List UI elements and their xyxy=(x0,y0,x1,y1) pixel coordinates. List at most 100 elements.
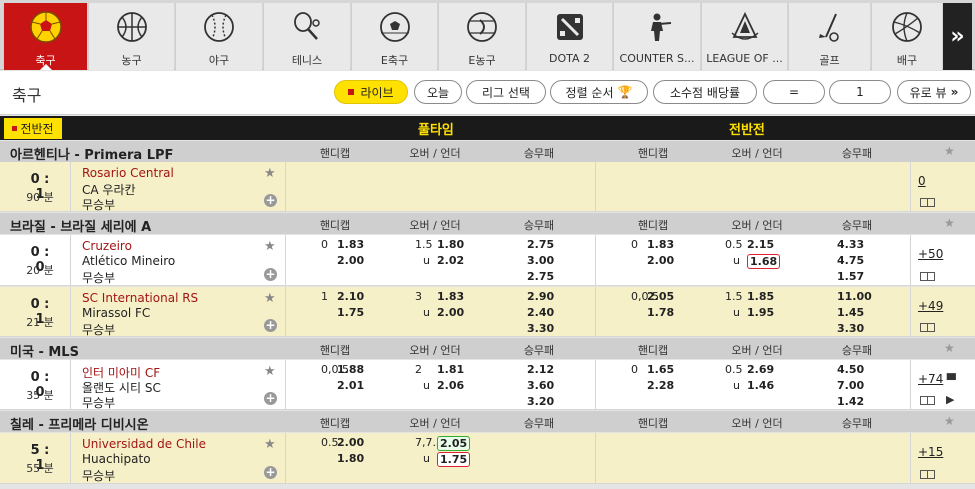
away-win-odds[interactable]: 1.57 xyxy=(837,270,864,283)
favorite-star-icon[interactable]: ★ xyxy=(264,291,276,306)
away-team[interactable]: Mirassol FC xyxy=(82,306,150,320)
away-win-odds[interactable]: 3.20 xyxy=(527,395,554,408)
tab-soccer[interactable]: 축구 xyxy=(3,3,87,70)
pitch-icon[interactable] xyxy=(920,470,935,479)
home-win-odds[interactable]: 4.50 xyxy=(837,363,864,376)
tab-volleyball[interactable]: 배구 xyxy=(871,3,942,70)
favorite-star-icon[interactable]: ★ xyxy=(264,166,276,181)
away-team[interactable]: Atlético Mineiro xyxy=(82,254,175,268)
tab-league-of-legends[interactable]: LEAGUE OF ... xyxy=(701,3,787,70)
tab-baseball[interactable]: 야구 xyxy=(175,3,262,70)
home-win-odds[interactable]: 2.90 xyxy=(527,290,554,303)
equals-selector[interactable]: = xyxy=(763,80,825,104)
handicap-away-odds[interactable]: 2.28 xyxy=(647,379,674,392)
add-bet-icon[interactable]: + xyxy=(264,392,277,405)
today-filter-button[interactable]: 오늘 xyxy=(414,80,462,104)
over-odds[interactable]: 1.85 xyxy=(747,290,774,303)
star-icon[interactable]: ★ xyxy=(944,144,955,158)
handicap-away-odds[interactable]: 2.01 xyxy=(337,379,364,392)
tab-tennis[interactable]: 테니스 xyxy=(263,3,350,70)
star-icon[interactable]: ★ xyxy=(944,216,955,230)
next-sports-button[interactable]: » xyxy=(943,3,972,70)
live-filter-button[interactable]: 라이브 xyxy=(334,80,408,104)
tab-esoccer[interactable]: E축구 xyxy=(351,3,437,70)
more-markets-link[interactable]: +74 xyxy=(918,372,943,386)
favorite-star-icon[interactable]: ★ xyxy=(264,239,276,254)
under-odds[interactable]: 1.68 xyxy=(747,254,781,269)
handicap-away-odds[interactable]: 1.75 xyxy=(337,306,364,319)
home-team[interactable]: Universidad de Chile xyxy=(82,437,206,451)
under-odds[interactable]: 1.95 xyxy=(747,306,774,319)
star-icon[interactable]: ★ xyxy=(944,414,955,428)
pitch-icon[interactable] xyxy=(920,323,935,332)
favorite-star-icon[interactable]: ★ xyxy=(264,364,276,379)
away-win-odds[interactable]: 1.42 xyxy=(837,395,864,408)
away-win-odds[interactable]: 3.30 xyxy=(527,322,554,335)
handicap-home-odds[interactable]: 1.88 xyxy=(337,363,364,376)
handicap-home-odds[interactable]: 1.83 xyxy=(337,238,364,251)
favorite-star-icon[interactable]: ★ xyxy=(264,437,276,452)
home-win-odds[interactable]: 2.75 xyxy=(527,238,554,251)
handicap-away-odds[interactable]: 2.00 xyxy=(647,254,674,267)
handicap-home-odds[interactable]: 1.83 xyxy=(647,238,674,251)
under-odds[interactable]: 2.06 xyxy=(437,379,464,392)
over-odds[interactable]: 1.81 xyxy=(437,363,464,376)
add-bet-icon[interactable]: + xyxy=(264,466,277,479)
video-icon[interactable]: ▶ xyxy=(946,393,954,406)
draw-odds[interactable]: 1.45 xyxy=(837,306,864,319)
over-odds[interactable]: 2.69 xyxy=(747,363,774,376)
tab-golf[interactable]: 골프 xyxy=(788,3,870,70)
home-team[interactable]: SC International RS xyxy=(82,291,198,305)
handicap-away-odds[interactable]: 1.78 xyxy=(647,306,674,319)
handicap-away-odds[interactable]: 1.80 xyxy=(337,452,364,465)
handicap-away-odds[interactable]: 2.00 xyxy=(337,254,364,267)
away-team[interactable]: Huachipato xyxy=(82,452,151,466)
first-half-tag[interactable]: 전반전 xyxy=(4,118,62,139)
stake-input[interactable]: 1 xyxy=(829,80,891,104)
over-odds[interactable]: 2.15 xyxy=(747,238,774,251)
handicap-home-odds[interactable]: 2.00 xyxy=(337,436,364,449)
pitch-icon[interactable] xyxy=(920,198,935,207)
decimal-odds-button[interactable]: 소수점 배당률 xyxy=(653,80,757,104)
draw-odds[interactable]: 3.00 xyxy=(527,254,554,267)
add-bet-icon[interactable]: + xyxy=(264,319,277,332)
home-team[interactable]: Cruzeiro xyxy=(82,239,132,253)
away-win-odds[interactable]: 2.75 xyxy=(527,270,554,283)
draw-odds[interactable]: 7.00 xyxy=(837,379,864,392)
under-odds[interactable]: 1.46 xyxy=(747,379,774,392)
stats-icon[interactable]: ▮▮▮ xyxy=(946,372,957,382)
under-odds[interactable]: 2.02 xyxy=(437,254,464,267)
home-win-odds[interactable]: 2.12 xyxy=(527,363,554,376)
under-odds[interactable]: 2.00 xyxy=(437,306,464,319)
under-odds[interactable]: 1.75 xyxy=(437,452,471,467)
draw-odds[interactable]: 2.40 xyxy=(527,306,554,319)
draw-odds[interactable]: 4.75 xyxy=(837,254,864,267)
tab-counter-strike[interactable]: COUNTER S... xyxy=(613,3,700,70)
league-select-button[interactable]: 리그 선택 xyxy=(466,80,546,104)
handicap-home-odds[interactable]: 2.05 xyxy=(647,290,674,303)
home-team[interactable]: Rosario Central xyxy=(82,166,174,180)
euro-view-button[interactable]: 유로 뷰» xyxy=(897,80,971,104)
star-icon[interactable]: ★ xyxy=(944,341,955,355)
tab-dota2[interactable]: DOTA 2 xyxy=(526,3,612,70)
sort-order-button[interactable]: 정렬 순서 🏆 xyxy=(550,80,648,104)
add-bet-icon[interactable]: + xyxy=(264,194,277,207)
tab-basketball[interactable]: 농구 xyxy=(88,3,174,70)
more-markets-link[interactable]: +15 xyxy=(918,445,943,459)
pitch-icon[interactable] xyxy=(920,272,935,281)
tab-ebasketball[interactable]: E농구 xyxy=(438,3,525,70)
add-bet-icon[interactable]: + xyxy=(264,268,277,281)
handicap-home-odds[interactable]: 1.65 xyxy=(647,363,674,376)
handicap-home-odds[interactable]: 2.10 xyxy=(337,290,364,303)
draw-odds[interactable]: 3.60 xyxy=(527,379,554,392)
more-markets-link[interactable]: 0 xyxy=(918,174,926,188)
pitch-icon[interactable] xyxy=(920,396,935,405)
away-win-odds[interactable]: 3.30 xyxy=(837,322,864,335)
over-odds[interactable]: 2.05 xyxy=(437,436,471,451)
home-win-odds[interactable]: 4.33 xyxy=(837,238,864,251)
more-markets-link[interactable]: +49 xyxy=(918,299,943,313)
more-markets-link[interactable]: +50 xyxy=(918,247,943,261)
over-odds[interactable]: 1.83 xyxy=(437,290,464,303)
over-odds[interactable]: 1.80 xyxy=(437,238,464,251)
home-win-odds[interactable]: 11.00 xyxy=(837,290,872,303)
